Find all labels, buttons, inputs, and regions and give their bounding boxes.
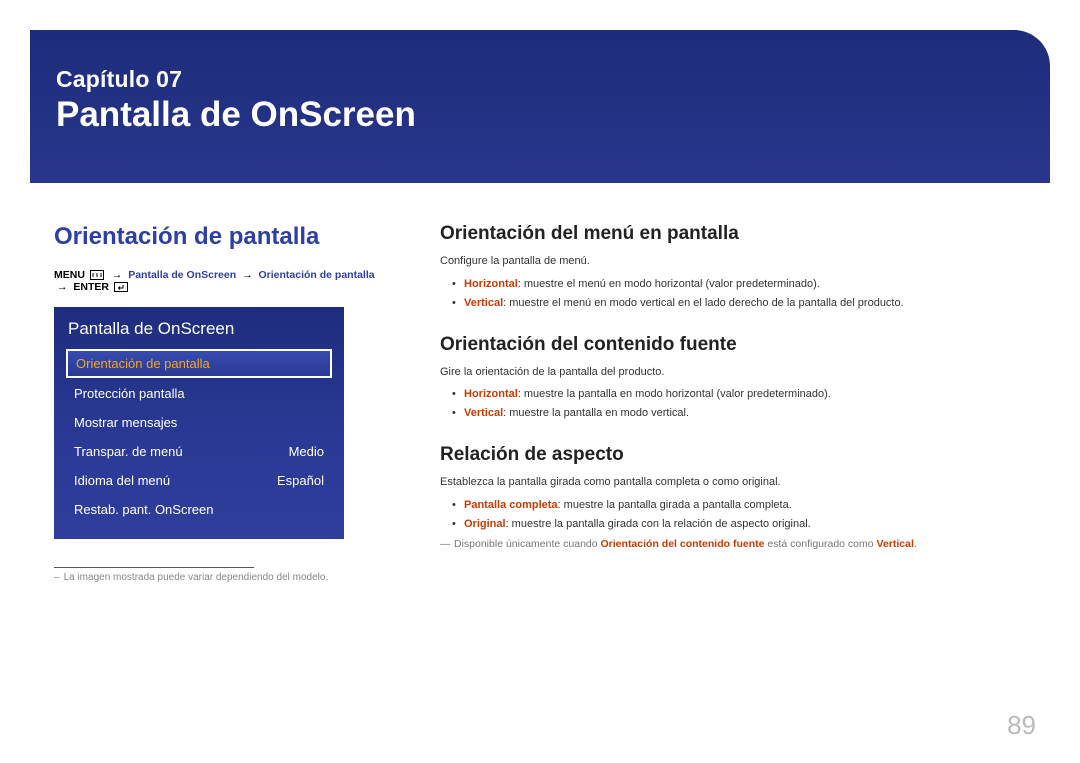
bullet-rest: : muestre la pantalla girada con la rela… [506, 518, 811, 530]
osd-menu-item-label: Protección pantalla [74, 386, 185, 401]
subsection-intro: Configure la pantalla de menú. [440, 253, 1040, 270]
bullet-list: Pantalla completa: muestre la pantalla g… [440, 497, 1040, 533]
breadcrumb: MENU → Pantalla de OnScreen → Orientació… [54, 269, 384, 293]
subsection-heading: Relación de aspecto [440, 444, 1040, 466]
footnote: –La imagen mostrada puede variar dependi… [54, 572, 384, 583]
osd-menu-item-label: Orientación de pantalla [76, 356, 210, 371]
osd-menu-item-orientacion-de-pantalla[interactable]: Orientación de pantalla [66, 349, 332, 378]
bullet-item: Vertical: muestre la pantalla en modo ve… [454, 405, 1040, 422]
chapter-title: Pantalla de OnScreen [56, 95, 1042, 135]
arrow-icon: → [112, 269, 123, 281]
bullet-term: Horizontal [464, 388, 518, 400]
bullet-term: Vertical [464, 297, 503, 309]
note-highlight-1: Orientación del contenido fuente [601, 538, 765, 550]
bullet-list: Horizontal: muestre la pantalla en modo … [440, 386, 1040, 422]
bullet-rest: : muestre la pantalla en modo vertical. [503, 407, 689, 419]
note-mid: está configurado como [764, 538, 876, 550]
bullet-term: Vertical [464, 407, 503, 419]
bullet-item: Original: muestre la pantalla girada con… [454, 516, 1040, 533]
bullet-rest: : muestre la pantalla girada a pantalla … [558, 499, 792, 511]
breadcrumb-part-1: Pantalla de OnScreen [128, 269, 236, 281]
bullet-term: Horizontal [464, 278, 518, 290]
osd-menu-item-value: Español [277, 473, 324, 488]
osd-menu-item-label: Mostrar mensajes [74, 415, 177, 430]
section-heading: Orientación de pantalla [54, 223, 384, 251]
breadcrumb-part-2: Orientación de pantalla [259, 269, 375, 281]
footnote-rule [54, 567, 254, 568]
content-area: Orientación de pantalla MENU → Pantalla … [30, 183, 1050, 583]
bullet-item: Horizontal: muestre la pantalla en modo … [454, 386, 1040, 403]
subsection-heading: Orientación del contenido fuente [440, 334, 1040, 356]
breadcrumb-menu-label: MENU [54, 269, 85, 281]
bullet-rest: : muestre la pantalla en modo horizontal… [518, 388, 831, 400]
bullet-term: Original [464, 518, 506, 530]
osd-menu-item-value: Medio [289, 444, 324, 459]
subsection-heading: Orientación del menú en pantalla [440, 223, 1040, 245]
chapter-label: Capítulo 07 [56, 66, 1042, 93]
bullet-item: Horizontal: muestre el menú en modo hori… [454, 276, 1040, 293]
page-number: 89 [1007, 710, 1036, 741]
menu-button-icon [90, 269, 104, 281]
arrow-icon: → [57, 281, 68, 293]
osd-menu-item-idioma-del-menu[interactable]: Idioma del menú Español [66, 467, 332, 494]
osd-menu-item-transpar-de-menu[interactable]: Transpar. de menú Medio [66, 438, 332, 465]
document-page: Capítulo 07 Pantalla de OnScreen Orienta… [0, 0, 1080, 763]
dash-icon: – [54, 572, 60, 583]
osd-menu-panel: Pantalla de OnScreen Orientación de pant… [54, 307, 344, 539]
osd-menu-item-label: Transpar. de menú [74, 444, 183, 459]
osd-menu-item-mostrar-mensajes[interactable]: Mostrar mensajes [66, 409, 332, 436]
enter-button-icon [114, 281, 128, 293]
bullet-list: Horizontal: muestre el menú en modo hori… [440, 276, 1040, 312]
footnote-text: La imagen mostrada puede variar dependie… [64, 572, 329, 583]
bullet-rest: : muestre el menú en modo vertical en el… [503, 297, 904, 309]
right-column: Orientación del menú en pantalla Configu… [440, 223, 1050, 583]
osd-menu-item-restab-pant-onscreen[interactable]: Restab. pant. OnScreen [66, 496, 332, 523]
bullet-rest: : muestre el menú en modo horizontal (va… [518, 278, 820, 290]
left-column: Orientación de pantalla MENU → Pantalla … [54, 223, 384, 583]
arrow-icon: → [242, 269, 253, 281]
breadcrumb-enter-label: ENTER [73, 281, 109, 293]
note-post: . [914, 538, 917, 550]
subsection-intro: Gire la orientación de la pantalla del p… [440, 364, 1040, 381]
chapter-banner: Capítulo 07 Pantalla de OnScreen [30, 30, 1050, 183]
subsection-orientacion-menu: Orientación del menú en pantalla Configu… [440, 223, 1040, 312]
bullet-item: Vertical: muestre el menú en modo vertic… [454, 295, 1040, 312]
osd-menu-item-label: Restab. pant. OnScreen [74, 502, 213, 517]
subsection-orientacion-contenido: Orientación del contenido fuente Gire la… [440, 334, 1040, 423]
osd-menu-item-label: Idioma del menú [74, 473, 170, 488]
subsection-intro: Establezca la pantalla girada como panta… [440, 474, 1040, 491]
bullet-item: Pantalla completa: muestre la pantalla g… [454, 497, 1040, 514]
availability-note: Disponible únicamente cuando Orientación… [440, 537, 1040, 553]
osd-menu-title: Pantalla de OnScreen [66, 317, 332, 347]
note-pre: Disponible únicamente cuando [454, 538, 601, 550]
osd-menu-item-proteccion-pantalla[interactable]: Protección pantalla [66, 380, 332, 407]
note-highlight-2: Vertical [877, 538, 914, 550]
subsection-relacion-aspecto: Relación de aspecto Establezca la pantal… [440, 444, 1040, 552]
bullet-term: Pantalla completa [464, 499, 558, 511]
